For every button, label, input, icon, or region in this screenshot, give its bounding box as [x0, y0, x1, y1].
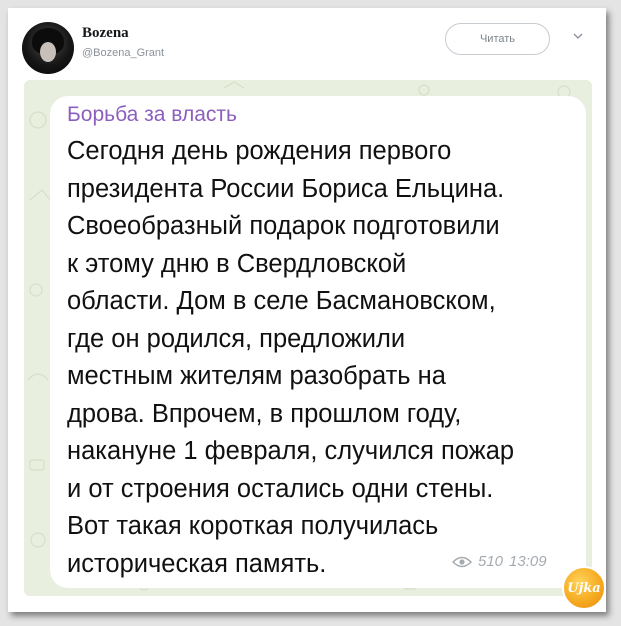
avatar[interactable] — [22, 22, 74, 74]
message-text: Сегодня день рождения первого президента… — [67, 133, 582, 583]
author-handle[interactable]: @Bozena_Grant — [82, 47, 164, 59]
watermark-logo: Ujka — [562, 566, 606, 610]
message-line: Своеобразный подарок подготовили — [67, 212, 500, 240]
watermark-text: Ujka — [567, 580, 601, 596]
message-line: к этому дню в Свердловской — [67, 249, 407, 278]
chevron-down-icon[interactable] — [572, 30, 584, 42]
message-line: где он родился, предложили — [67, 324, 406, 353]
eye-icon — [452, 556, 472, 567]
follow-button-label: Читать — [479, 33, 516, 45]
message-meta: 510 13:09 — [452, 553, 547, 570]
avatar-face — [40, 42, 56, 62]
message-time: 13:09 — [509, 553, 547, 570]
message-line: области. Дом в селе Басмановском, — [67, 287, 496, 315]
message-line: дрова. Впрочем, в прошлом году, — [67, 399, 462, 428]
message-line: Сегодня день рождения первого — [67, 137, 452, 165]
author-name[interactable]: Bozena — [82, 25, 129, 42]
message-line: президента России Бориса Ельцина. — [67, 174, 505, 203]
message-line: и от строения остались одни стены. — [67, 474, 494, 503]
message-line: Вот такая короткая получилась — [67, 512, 439, 540]
follow-button[interactable]: Читать — [445, 23, 550, 55]
message-line: накануне 1 февраля, случился пожар — [67, 437, 515, 465]
message-line: местным жителям разобрать на — [67, 362, 446, 390]
channel-name[interactable]: Борьба за власть — [67, 103, 237, 127]
views-count: 510 — [478, 553, 504, 570]
